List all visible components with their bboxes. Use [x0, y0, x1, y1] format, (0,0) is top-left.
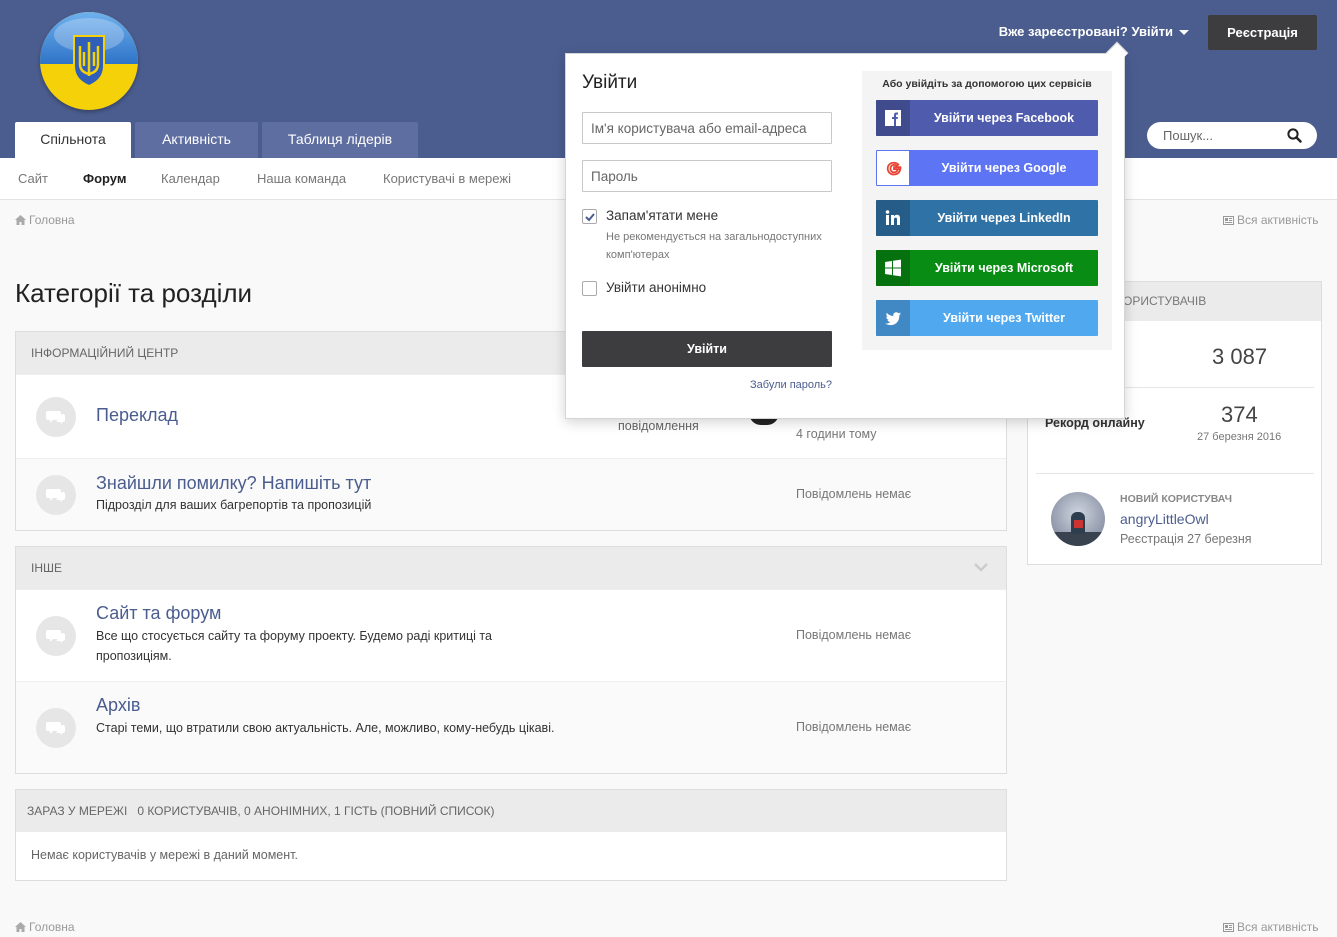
forgot-password-link[interactable]: Забули пароль?: [750, 379, 832, 391]
tab-leaderboard[interactable]: Таблиця лідерів: [262, 122, 418, 158]
new-user-name[interactable]: angryLittleOwl: [1120, 511, 1209, 527]
microsoft-login-button[interactable]: Увійти через Microsoft: [876, 250, 1098, 286]
forum-title[interactable]: Переклад: [96, 405, 178, 426]
twitter-login-button[interactable]: Увійти через Twitter: [876, 300, 1098, 336]
sign-in-popup: Увійти Запам'ятати мене Не рекомендуєтьс…: [565, 41, 1129, 419]
record-online-date: 27 березня 2016: [1197, 431, 1282, 443]
all-activity-link-bottom[interactable]: Вся активність: [1223, 920, 1319, 934]
no-posts-label: Повідомлень немає: [796, 628, 912, 642]
online-now-header: Зараз у мережі 0 користувачів, 0 анонімн…: [16, 790, 1006, 832]
tab-community[interactable]: Спільнота: [15, 122, 131, 158]
search-input[interactable]: [1163, 127, 1283, 144]
new-user-avatar[interactable]: [1051, 492, 1105, 546]
comments-icon: [46, 489, 65, 502]
breadcrumb-bottom[interactable]: Головна: [15, 920, 75, 934]
search-box: [1147, 122, 1317, 149]
password-field[interactable]: [582, 160, 832, 192]
sign-in-dropdown-link[interactable]: Вже зареєстровані? Увійти: [999, 24, 1189, 39]
online-empty-text: Немає користувачів у мережі в даний моме…: [31, 848, 298, 862]
home-icon: [15, 215, 26, 225]
online-now-block: Зараз у мережі 0 користувачів, 0 анонімн…: [15, 789, 1007, 881]
social-login-panel: Або увійдіть за допомогою цих сервісів У…: [862, 71, 1112, 350]
social-login-header: Або увійдіть за допомогою цих сервісів: [882, 78, 1092, 90]
subnav-site[interactable]: Сайт: [18, 171, 48, 186]
forum-description: Старі теми, що втратили свою актуальніст…: [96, 721, 555, 735]
forum-description: Все що стосується сайту та форуму проект…: [96, 629, 492, 663]
category-title[interactable]: Інше: [16, 547, 1006, 589]
forum-post-count: повідомлення: [618, 419, 699, 433]
forum-title[interactable]: Знайшли помилку? Напишіть тут: [96, 473, 371, 494]
sign-in-title: Увійти: [582, 72, 638, 93]
new-user-label: Новий користувач: [1120, 493, 1232, 505]
main-tabs: Спільнота Активність Таблиця лідерів: [15, 122, 422, 158]
home-icon: [15, 922, 26, 932]
forum-icon: [36, 616, 76, 656]
remember-me-hint: Не рекомендується на загальнодоступних к…: [606, 231, 822, 261]
forum-row[interactable]: Сайт та форум Все що стосується сайту та…: [16, 589, 1006, 681]
trident-icon: [73, 35, 105, 88]
forum-icon: [36, 475, 76, 515]
comments-icon: [46, 722, 65, 735]
subnav-forum[interactable]: Форум: [83, 171, 126, 186]
microsoft-icon: [885, 259, 901, 277]
activity-icon: [1223, 216, 1234, 225]
linkedin-icon: [885, 210, 900, 225]
no-posts-label: Повідомлень немає: [796, 720, 912, 734]
record-online-value: 374: [1221, 402, 1258, 427]
tab-activity[interactable]: Активність: [135, 122, 258, 158]
category-block-other: Інше Сайт та форум Все що стосується сай…: [15, 546, 1007, 774]
chevron-down-icon[interactable]: [974, 563, 988, 572]
subnav-calendar[interactable]: Календар: [161, 171, 220, 186]
sign-in-button[interactable]: Увійти: [582, 331, 832, 367]
online-now-summary[interactable]: 0 користувачів, 0 анонімних, 1 гість (По…: [137, 804, 494, 818]
comments-icon: [46, 630, 65, 643]
linkedin-login-button[interactable]: Увійти через LinkedIn: [876, 200, 1098, 236]
online-now-label: Зараз у мережі: [27, 804, 128, 818]
anonymous-checkbox[interactable]: [582, 281, 597, 296]
username-field[interactable]: [582, 112, 832, 144]
site-logo[interactable]: [40, 12, 138, 110]
facebook-login-button[interactable]: Увійти через Facebook: [876, 100, 1098, 136]
page-title: Категорії та розділи: [15, 278, 253, 308]
new-user-registered: Реєстрація 27 березня: [1120, 532, 1252, 546]
no-posts-label: Повідомлень немає: [796, 487, 912, 501]
remember-me-label[interactable]: Запам'ятати мене: [606, 208, 718, 223]
forum-row[interactable]: Архів Старі теми, що втратили свою актуа…: [16, 681, 1006, 773]
forum-description: Підрозділ для ваших багрепортів та пропо…: [96, 498, 372, 512]
forum-title[interactable]: Сайт та форум: [96, 603, 221, 624]
forum-title[interactable]: Архів: [96, 695, 140, 716]
google-login-button[interactable]: Увійти через Google: [876, 150, 1098, 186]
checkmark-icon: [585, 213, 595, 222]
google-icon: [886, 161, 902, 176]
twitter-icon: [885, 312, 901, 326]
forum-row[interactable]: Знайшли помилку? Напишіть тут Підрозділ …: [16, 458, 1006, 530]
total-members-value: 3 087: [1212, 344, 1268, 369]
subnav-online-users[interactable]: Користувачі в мережі: [383, 171, 511, 186]
comments-icon: [46, 411, 65, 424]
forum-icon: [36, 708, 76, 748]
last-post-time[interactable]: 4 години тому: [796, 427, 877, 441]
all-activity-link[interactable]: Вся активність: [1223, 213, 1319, 227]
subnav-team[interactable]: Наша команда: [257, 171, 346, 186]
divider: [1036, 473, 1314, 474]
caret-down-icon: [1179, 30, 1189, 36]
search-icon[interactable]: [1287, 128, 1302, 143]
forum-icon: [36, 397, 76, 437]
remember-me-checkbox[interactable]: [582, 209, 597, 224]
breadcrumb[interactable]: Головна: [15, 213, 75, 227]
facebook-icon: [885, 110, 901, 126]
activity-icon: [1223, 923, 1234, 932]
anonymous-label[interactable]: Увійти анонімно: [606, 280, 706, 295]
register-button[interactable]: Реєстрація: [1208, 15, 1317, 50]
